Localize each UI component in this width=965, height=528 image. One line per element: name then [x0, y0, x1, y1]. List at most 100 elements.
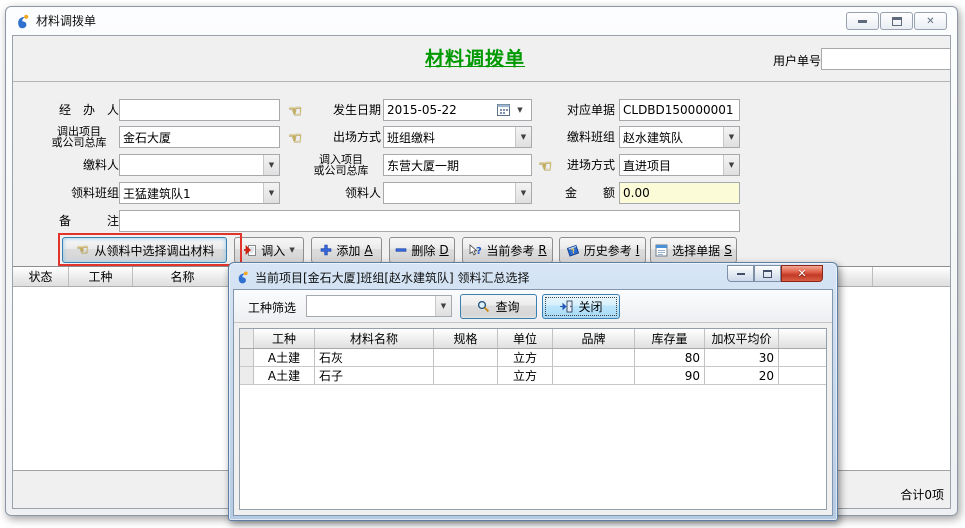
col-name[interactable]: 名称: [133, 267, 233, 286]
dropdown-arrow-icon[interactable]: ▼: [515, 127, 531, 147]
close-icon: ✕: [797, 267, 806, 280]
amount-input[interactable]: 0.00: [619, 182, 740, 204]
dialog-grid: 工种 材料名称 规格 单位 品牌 库存量 加权平均价 A土建 石灰 立方 8: [239, 328, 827, 510]
dropdown-arrow-icon[interactable]: ▼: [723, 127, 739, 147]
book-icon: ?: [566, 244, 580, 257]
dropdown-arrow-icon: ▼: [289, 246, 294, 254]
in-mode-combo[interactable]: 直进项目 ▼: [619, 154, 740, 176]
close-button[interactable]: ✕: [914, 12, 947, 30]
col-unit[interactable]: 单位: [498, 329, 553, 348]
col-blank: [779, 329, 826, 348]
payer-combo[interactable]: ▼: [119, 154, 280, 176]
exit-door-icon: [559, 300, 573, 313]
out-store-input[interactable]: 金石大厦: [119, 126, 280, 148]
maximize-icon: [892, 17, 902, 26]
calendar-icon[interactable]: [494, 104, 512, 116]
recv-team-label: 领料班组: [41, 182, 119, 204]
total-count: 合计0项: [900, 486, 944, 503]
row-selector: [240, 349, 254, 366]
doc-no-input[interactable]: CLDBD150000001: [619, 99, 740, 121]
app-icon: [236, 270, 250, 284]
maximize-icon: [763, 270, 772, 278]
operator-input[interactable]: [119, 99, 280, 121]
col-status[interactable]: 状态: [13, 267, 69, 286]
search-icon: [477, 300, 490, 313]
material-row[interactable]: A土建 石灰 立方 80 30: [240, 349, 826, 367]
remark-input[interactable]: [119, 210, 740, 232]
minimize-icon: [737, 272, 745, 275]
screen: 材料调拨单 ✕ 材料调拨单 用户单号 经办人 ☜ 发生日期 2015-05-22: [0, 0, 965, 528]
dropdown-arrow-icon[interactable]: ▼: [723, 155, 739, 175]
close-icon: ✕: [926, 16, 934, 27]
svg-text:?: ?: [476, 246, 482, 257]
maximize-button[interactable]: [880, 12, 913, 30]
operator-label: 经办人: [41, 99, 119, 121]
minimize-button[interactable]: [846, 12, 879, 30]
dialog-minimize-button[interactable]: [727, 265, 754, 282]
recv-person-combo[interactable]: ▼: [383, 182, 532, 204]
payer-label: 缴料人: [41, 154, 119, 176]
dialog-controls: ✕: [727, 265, 823, 282]
filter-combo[interactable]: ▼: [306, 295, 452, 317]
pay-team-combo[interactable]: 赵水建筑队 ▼: [619, 126, 740, 148]
recv-team-combo[interactable]: 王猛建筑队1 ▼: [119, 182, 280, 204]
col-spec[interactable]: 规格: [434, 329, 498, 348]
date-dropdown-arrow[interactable]: ▼: [512, 106, 528, 114]
remark-label: 备注: [41, 210, 119, 232]
delete-icon: [395, 244, 407, 256]
date-label: 发生日期: [301, 99, 381, 121]
col-blank: [873, 267, 950, 286]
filter-label: 工种筛选: [248, 299, 296, 316]
minimize-icon: [858, 20, 867, 23]
history-reference-button[interactable]: ? 历史参考I: [559, 237, 646, 263]
dropdown-arrow-icon[interactable]: ▼: [263, 155, 279, 175]
help-cursor-icon: ?: [468, 244, 482, 257]
pick-from-recv-button[interactable]: ☜ 从领料中选择调出材料: [62, 237, 227, 263]
user-doc-no-label: 用户单号: [773, 52, 821, 69]
amount-label: 金额: [551, 182, 615, 204]
dropdown-arrow-icon[interactable]: ▼: [435, 296, 451, 316]
material-select-dialog: 当前项目[金石大厦]班组[赵水建筑队] 领料汇总选择 ✕ 工种筛选 ▼ 查询: [228, 262, 838, 521]
out-store-label: 调出项目 或公司总库: [39, 125, 119, 148]
query-button[interactable]: 查询: [460, 294, 537, 319]
note-icon: [655, 244, 668, 257]
doc-no-label: 对应单据: [551, 99, 615, 121]
recv-person-label: 领料人: [301, 182, 381, 204]
col-weighted-price[interactable]: 加权平均价: [705, 329, 779, 348]
row-selector: [240, 367, 254, 384]
material-row[interactable]: A土建 石子 立方 90 20: [240, 367, 826, 385]
dialog-titlebar: 当前项目[金石大厦]班组[赵水建筑队] 领料汇总选择 ✕: [233, 265, 833, 289]
col-selector: [240, 329, 254, 348]
out-mode-label: 出场方式: [301, 126, 381, 148]
col-brand[interactable]: 品牌: [553, 329, 635, 348]
col-stock[interactable]: 库存量: [635, 329, 705, 348]
col-material-name[interactable]: 材料名称: [315, 329, 434, 348]
dialog-client-area: 工种筛选 ▼ 查询 关闭: [233, 289, 833, 516]
close-dialog-button[interactable]: 关闭: [542, 294, 620, 319]
user-doc-no-input[interactable]: [821, 48, 951, 70]
header-band: 材料调拨单 用户单号: [13, 36, 950, 82]
dialog-close-button[interactable]: ✕: [781, 265, 823, 282]
dropdown-arrow-icon[interactable]: ▼: [515, 183, 531, 203]
dialog-title: 当前项目[金石大厦]班组[赵水建筑队] 领料汇总选择: [255, 269, 530, 286]
current-reference-button[interactable]: ? 当前参考R: [462, 237, 553, 263]
col-worktype[interactable]: 工种: [69, 267, 133, 286]
in-mode-label: 进场方式: [551, 154, 615, 176]
transfer-in-icon: [243, 243, 257, 257]
pay-team-label: 缴料班组: [551, 126, 615, 148]
add-button[interactable]: 添加A: [311, 237, 382, 263]
transfer-in-button[interactable]: 调入 ▼: [234, 237, 304, 263]
select-doc-button[interactable]: 选择单据S: [650, 237, 737, 263]
dialog-filter-bar: 工种筛选 ▼ 查询 关闭: [234, 290, 832, 323]
main-titlebar: 材料调拨单 ✕: [6, 7, 957, 34]
window-controls: ✕: [846, 12, 947, 30]
dropdown-arrow-icon[interactable]: ▼: [263, 183, 279, 203]
col-worktype[interactable]: 工种: [254, 329, 315, 348]
document-title: 材料调拨单: [425, 44, 525, 71]
date-input[interactable]: 2015-05-22 ▼: [383, 99, 532, 121]
in-store-label: 调入项目 或公司总库: [301, 153, 381, 176]
dialog-maximize-button[interactable]: [754, 265, 781, 282]
delete-button[interactable]: 删除D: [389, 237, 455, 263]
out-mode-combo[interactable]: 班组缴料 ▼: [383, 126, 532, 148]
in-store-input[interactable]: 东营大厦一期: [383, 154, 532, 176]
